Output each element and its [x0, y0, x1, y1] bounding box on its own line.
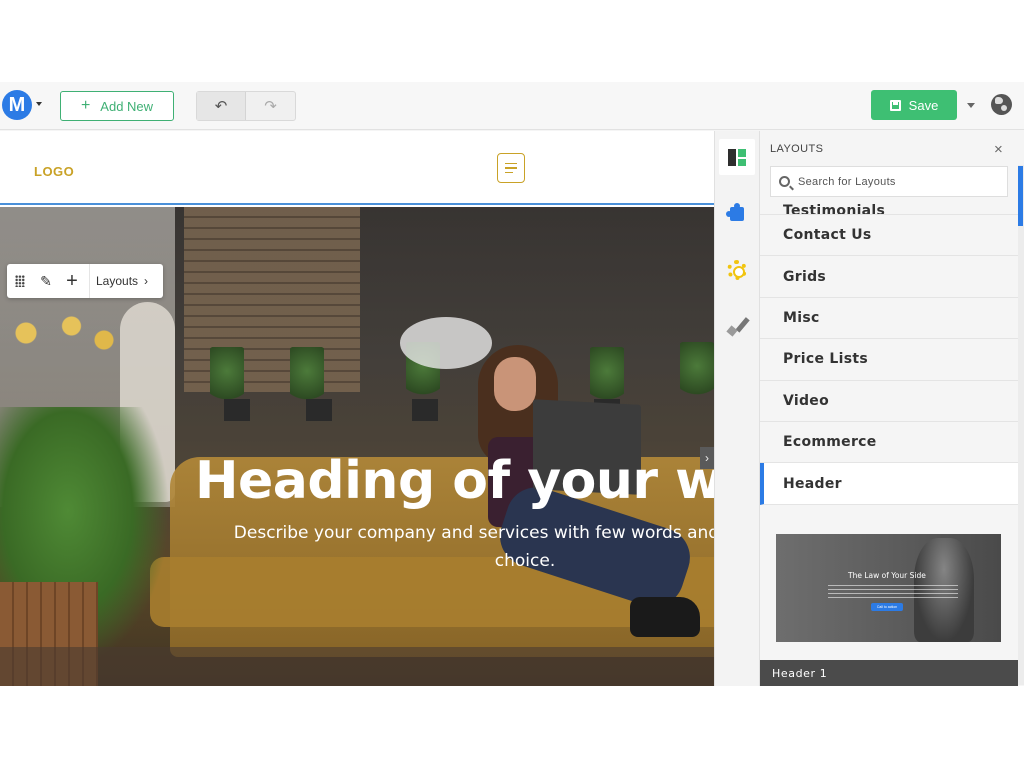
layout-category-header[interactable]: Header — [760, 463, 1018, 505]
panel-scrollbar[interactable] — [1018, 165, 1024, 685]
hero-background-plant — [590, 347, 624, 407]
save-options-chevron-icon[interactable] — [967, 103, 975, 108]
save-icon — [889, 99, 901, 111]
edit-button[interactable]: ✎ — [33, 264, 59, 298]
grip-icon — [15, 275, 25, 287]
rail-style-button[interactable] — [719, 308, 755, 344]
hero-background-pot — [224, 399, 250, 421]
panel-scrollbar-thumb[interactable] — [1018, 166, 1023, 226]
layout-category-label: Contact Us — [783, 227, 872, 244]
rail-settings-button[interactable] — [719, 252, 755, 288]
redo-button[interactable]: ↷ — [246, 92, 295, 120]
layout-category-list: Testimonials Contact Us Grids Misc Price… — [760, 199, 1018, 505]
panel-title: LAYOUTS — [770, 143, 824, 155]
hero-background-flowers — [0, 312, 130, 382]
site-logo[interactable]: LOGO — [34, 164, 74, 179]
hero-background-pot — [306, 399, 332, 421]
hero-background-plant — [210, 347, 244, 407]
layouts-search — [770, 166, 1008, 197]
puzzle-icon — [726, 203, 744, 221]
layout-category-misc[interactable]: Misc — [760, 298, 1018, 340]
add-new-label: Add New — [100, 98, 154, 114]
hero-background-plant — [290, 347, 324, 407]
layouts-link-label: Layouts — [96, 274, 139, 288]
redo-icon: ↷ — [264, 98, 277, 115]
layout-category-label: Price Lists — [783, 351, 869, 368]
chevron-down-icon — [36, 102, 42, 106]
pencil-icon: ✎ — [40, 272, 52, 289]
hero-background-plant — [680, 342, 714, 402]
layout-category-label: Video — [783, 392, 830, 409]
hero-background-floor — [0, 647, 714, 686]
top-toolbar: M + Add New ↶ ↷ Save — [0, 82, 1024, 130]
layout-category-testimonials[interactable]: Testimonials — [760, 199, 1018, 215]
hero-description-line: choice. — [494, 551, 556, 571]
chevron-right-icon[interactable]: › — [700, 447, 714, 469]
plus-icon: + — [80, 97, 91, 114]
history-controls: ↶ ↷ — [196, 91, 296, 121]
drag-handle[interactable] — [7, 264, 33, 298]
layout-category-label: Grids — [783, 268, 827, 285]
layout-category-contact-us[interactable]: Contact Us — [760, 215, 1018, 257]
undo-icon: ↶ — [214, 98, 228, 115]
layout-category-label: Header — [783, 475, 842, 492]
preview-title: The Law of Your Side — [848, 571, 926, 580]
layout-preview-label[interactable]: Header 1 — [760, 660, 1018, 686]
close-icon[interactable]: × — [994, 141, 1003, 158]
layouts-panel: LAYOUTS × Testimonials Contact Us Grids … — [759, 131, 1024, 686]
layout-category-price-lists[interactable]: Price Lists — [760, 339, 1018, 381]
layout-category-ecommerce[interactable]: Ecommerce — [760, 422, 1018, 464]
hero-background-sign — [400, 317, 492, 369]
add-new-button[interactable]: + Add New — [60, 91, 174, 121]
save-button[interactable]: Save — [871, 90, 957, 120]
preview-button: Call to action — [871, 603, 903, 611]
site-header[interactable]: LOGO — [0, 131, 714, 205]
brand-logo-icon: M — [2, 90, 32, 120]
layout-category-grids[interactable]: Grids — [760, 256, 1018, 298]
search-input[interactable] — [798, 175, 998, 188]
layout-category-video[interactable]: Video — [760, 381, 1018, 422]
hero-background-pot — [412, 399, 438, 421]
hero-description-line: Describe your company and services with … — [233, 523, 714, 543]
chevron-right-icon: › — [144, 274, 149, 288]
hero-background-person-face — [494, 357, 536, 411]
layout-preview-header-1[interactable]: The Law of Your Side Call to action — [776, 534, 1001, 642]
layout-category-label: Misc — [783, 309, 820, 326]
undo-button[interactable]: ↶ — [197, 92, 246, 120]
hero-heading[interactable]: Heading of your web — [195, 451, 714, 511]
element-toolbar: ✎ + Layouts › — [7, 264, 163, 298]
hero-background-person-boot — [630, 597, 700, 637]
builder-app: M + Add New ↶ ↷ Save LOGO Heading of you… — [0, 82, 1024, 686]
globe-icon[interactable] — [991, 94, 1012, 115]
save-label: Save — [908, 97, 939, 113]
rail-layouts-button[interactable] — [719, 139, 755, 175]
plus-icon: + — [66, 269, 78, 292]
brand-menu[interactable]: M — [2, 90, 44, 122]
add-element-button[interactable]: + — [59, 264, 85, 298]
search-icon — [779, 176, 790, 187]
layout-category-label: Ecommerce — [783, 434, 877, 451]
gear-icon — [727, 260, 747, 280]
layouts-icon — [728, 148, 746, 166]
preview-body-text — [828, 585, 958, 599]
layout-category-label: Testimonials — [783, 203, 886, 215]
editor-canvas: LOGO Heading of your w Describe your com… — [0, 131, 714, 686]
hero-description[interactable]: Describe your company and services with … — [140, 519, 714, 575]
side-icon-rail — [714, 131, 759, 686]
hamburger-menu-icon[interactable] — [497, 153, 525, 183]
rail-elements-button[interactable] — [719, 196, 755, 232]
layouts-link[interactable]: Layouts › — [89, 264, 148, 298]
brush-icon — [726, 315, 748, 337]
